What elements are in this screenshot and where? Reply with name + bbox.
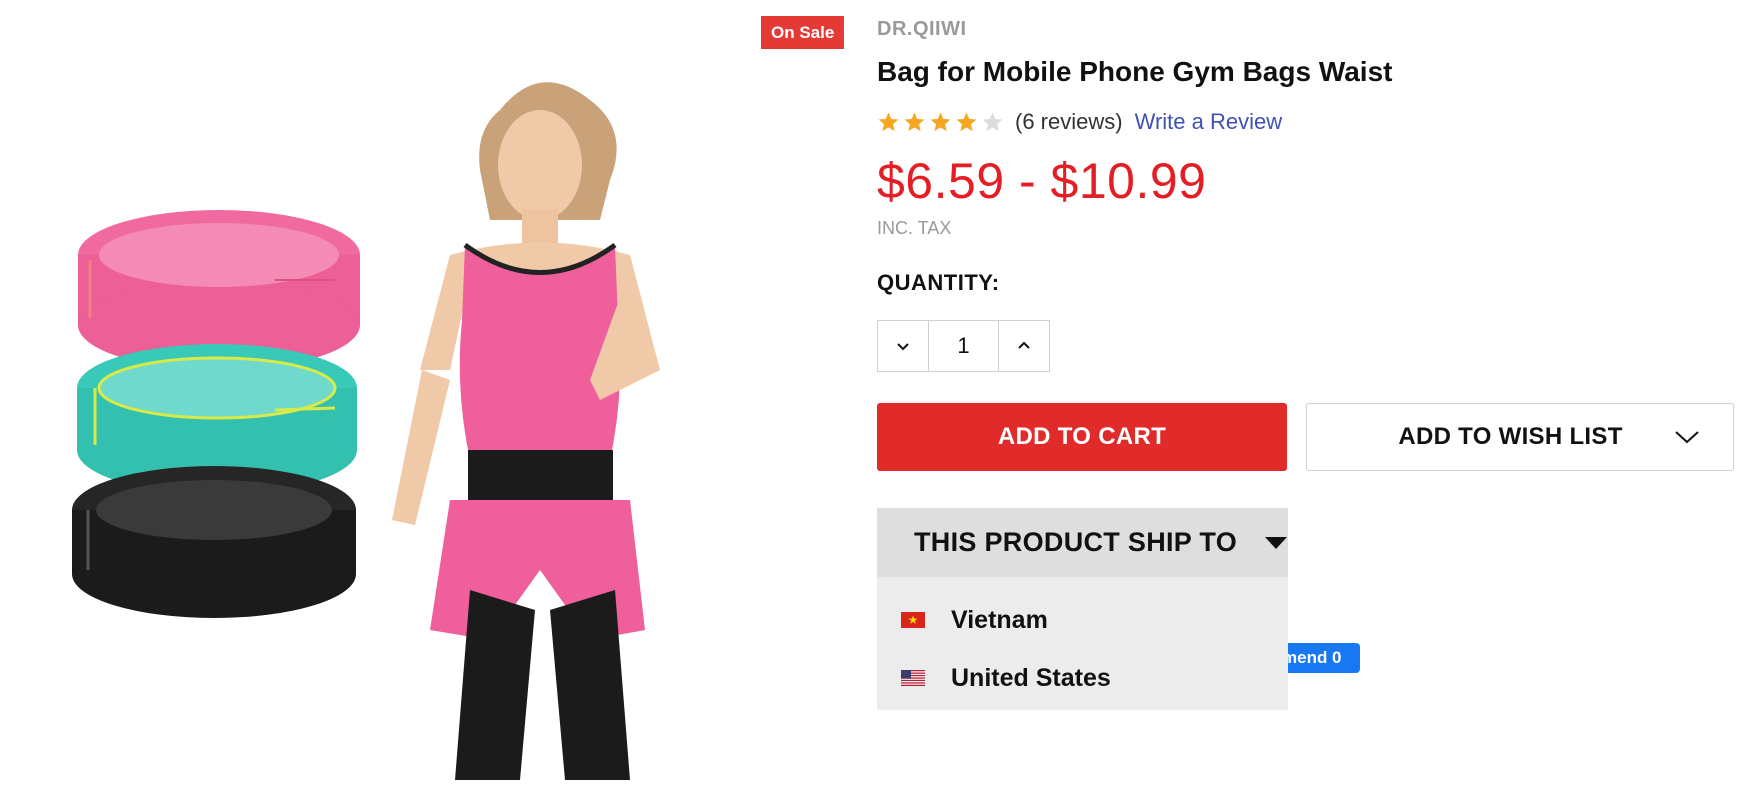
ship-to-dropdown: THIS PRODUCT SHIP TO Vietnam United Stat… (877, 508, 1288, 710)
model-figure (392, 82, 660, 780)
rating-row: (6 reviews) Write a Review (877, 108, 1282, 136)
quantity-label: QUANTITY: (877, 270, 1000, 295)
ship-country-united-states[interactable]: United States (877, 649, 1288, 707)
star-filled-icon (904, 111, 925, 131)
country-name: Vietnam (951, 605, 1048, 634)
increase-quantity-button[interactable] (999, 321, 1049, 371)
ship-country-vietnam[interactable]: Vietnam (877, 591, 1288, 649)
write-review-link[interactable]: Write a Review (1135, 109, 1283, 135)
country-name: United States (951, 663, 1111, 692)
black-belt (72, 466, 356, 618)
chevron-up-icon (1018, 341, 1030, 349)
product-image[interactable] (70, 70, 750, 780)
chevron-down-icon (897, 343, 909, 351)
vietnam-flag-icon (901, 612, 925, 628)
ship-to-label: THIS PRODUCT SHIP TO (914, 527, 1238, 557)
quantity-stepper: 1 (877, 320, 1050, 372)
brand-name[interactable]: DR.QIIWI (877, 18, 967, 41)
star-filled-icon (930, 111, 951, 131)
ship-country-list: Vietnam United States (877, 577, 1288, 707)
rating-stars (877, 111, 1004, 134)
star-empty-icon (982, 111, 1003, 131)
decrease-quantity-button[interactable] (878, 321, 928, 371)
product-title: Bag for Mobile Phone Gym Bags Waist (877, 56, 1393, 87)
on-sale-badge: On Sale (761, 16, 845, 49)
review-count[interactable]: (6 reviews) (1015, 109, 1123, 135)
add-to-wishlist-button[interactable]: ADD TO WISH LIST (1306, 403, 1734, 471)
quantity-input[interactable]: 1 (928, 321, 999, 371)
price-range: $6.59 - $10.99 (877, 153, 1207, 209)
add-to-cart-button[interactable]: ADD TO CART (877, 403, 1287, 471)
us-flag-icon (901, 670, 925, 686)
product-media: On Sale (0, 0, 860, 787)
caret-down-icon (1265, 536, 1288, 549)
tax-note: INC. TAX (877, 218, 952, 238)
ship-to-toggle[interactable]: THIS PRODUCT SHIP TO (877, 508, 1288, 577)
star-filled-icon (956, 111, 977, 131)
add-to-wishlist-label: ADD TO WISH LIST (1398, 423, 1623, 450)
star-filled-icon (878, 111, 899, 131)
chevron-down-icon[interactable] (1674, 429, 1700, 445)
